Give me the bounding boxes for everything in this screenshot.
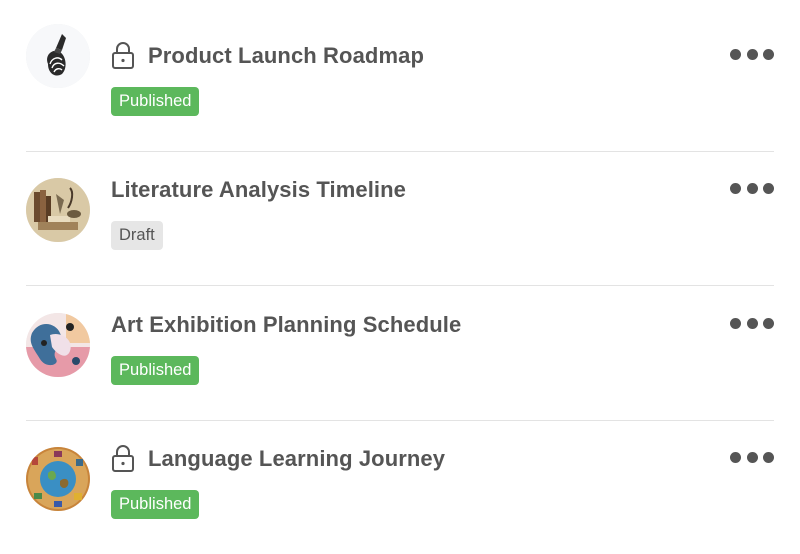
item-title[interactable]: Language Learning Journey (148, 446, 445, 472)
more-options-icon (746, 451, 758, 463)
more-options-button[interactable] (730, 46, 774, 62)
more-options-icon (730, 317, 741, 329)
list-item[interactable]: Art Exhibition Planning Schedule Publish… (26, 286, 774, 421)
more-options-icon (730, 182, 741, 194)
status-badge: Draft (111, 221, 163, 250)
list-item[interactable]: Product Launch Roadmap Published (26, 17, 774, 152)
status-badge: Published (111, 490, 200, 519)
more-options-button[interactable] (730, 449, 774, 465)
more-options-button[interactable] (730, 180, 774, 196)
status-badge: Published (111, 87, 200, 116)
abstract-art-avatar (26, 313, 90, 377)
more-options-icon (763, 48, 774, 60)
lock-icon (111, 42, 135, 70)
lock-icon (111, 445, 135, 473)
globe-avatar (26, 447, 90, 511)
more-options-icon (730, 48, 741, 60)
list-item[interactable]: Literature Analysis Timeline Draft (26, 151, 774, 286)
item-title[interactable]: Literature Analysis Timeline (111, 177, 406, 203)
rocket-avatar (26, 24, 90, 88)
status-badge: Published (111, 356, 200, 385)
more-options-icon (763, 182, 774, 194)
books-avatar (26, 178, 90, 242)
more-options-button[interactable] (730, 315, 774, 331)
more-options-icon (730, 451, 741, 463)
more-options-icon (746, 317, 758, 329)
item-title[interactable]: Product Launch Roadmap (148, 43, 424, 69)
more-options-icon (746, 48, 758, 60)
item-title[interactable]: Art Exhibition Planning Schedule (111, 312, 461, 338)
more-options-icon (763, 451, 774, 463)
more-options-icon (746, 182, 758, 194)
more-options-icon (763, 317, 774, 329)
list-item[interactable]: Language Learning Journey Published (26, 420, 774, 554)
